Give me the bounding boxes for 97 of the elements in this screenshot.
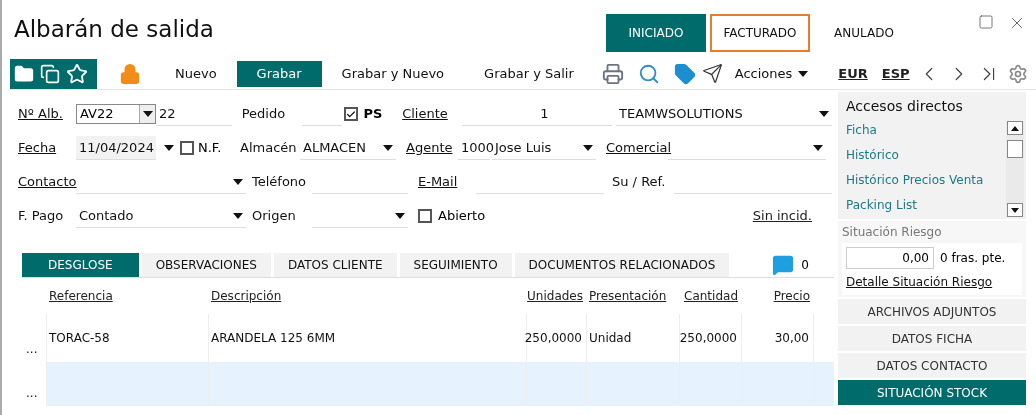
comment-count: 0 — [801, 257, 809, 274]
detail-tab[interactable]: DOCUMENTOS RELACIONADOS — [514, 253, 730, 277]
status-tab[interactable]: FACTURADO — [710, 14, 810, 52]
shortcut-link[interactable]: Histórico Precios Venta — [846, 167, 1006, 192]
checkbox[interactable] — [180, 141, 194, 155]
field-label: F. Pago — [18, 208, 64, 224]
column-header[interactable]: Precio — [773, 287, 810, 305]
comment-icon[interactable] — [772, 254, 795, 276]
settings-icon[interactable] — [1008, 63, 1028, 84]
dropdown-caret-icon[interactable] — [395, 212, 405, 219]
table-cell-text: 250,0000 — [679, 330, 737, 347]
column-header[interactable]: Unidades — [527, 287, 583, 305]
toolbar-button[interactable]: Grabar y Nuevo — [321, 60, 465, 87]
incidents-link[interactable]: Sin incid. — [752, 206, 812, 226]
table-row[interactable]: ... — [22, 362, 834, 406]
folder-icon[interactable] — [14, 63, 34, 84]
dropdown-caret-icon[interactable] — [142, 111, 153, 117]
window-title: Albarán de salida — [14, 14, 215, 44]
scrollbar[interactable] — [1006, 121, 1024, 217]
search-icon[interactable] — [637, 62, 660, 85]
dropdown-caret-icon[interactable] — [798, 70, 809, 77]
field-link[interactable]: Cliente — [402, 106, 448, 122]
checkbox-label: Abierto — [438, 207, 486, 226]
table-cell-text: Unidad — [589, 330, 632, 347]
column-header[interactable]: Descripción — [211, 287, 282, 305]
dropdown-caret-icon[interactable] — [383, 144, 393, 151]
dropdown-field[interactable]: Contado — [76, 204, 246, 228]
field-link[interactable]: Agente — [406, 140, 453, 156]
risk-detail-link[interactable]: Detalle Situación Riesgo — [846, 273, 1018, 291]
tag-icon[interactable] — [673, 62, 696, 85]
currency-link[interactable]: EUR — [838, 63, 868, 84]
dropdown-caret-icon[interactable] — [813, 144, 823, 151]
dropdown-field[interactable]: TEAMWSOLUTIONS — [616, 102, 832, 126]
scroll-thumb[interactable] — [1007, 140, 1023, 158]
copy-icon[interactable] — [40, 63, 60, 84]
input-field[interactable]: 11/04/2024 — [76, 136, 156, 160]
actions-menu-button[interactable]: Acciones — [734, 63, 809, 84]
checkbox[interactable] — [418, 209, 432, 223]
field-link[interactable]: Contacto — [18, 174, 77, 190]
field-label: Teléfono — [252, 174, 307, 190]
toolbar-button[interactable]: Nuevo — [155, 60, 237, 87]
dropdown-caret-icon[interactable] — [583, 144, 593, 151]
risk-amount-field[interactable]: 0,00 — [846, 247, 934, 269]
field-link[interactable]: Comercial — [606, 140, 672, 156]
input-field[interactable]: 1 — [462, 102, 613, 126]
row-menu-marker[interactable]: ... — [26, 340, 38, 358]
dropdown-field[interactable]: ALMACEN — [300, 136, 396, 160]
language-link[interactable]: ESP — [881, 63, 910, 84]
dropdown-caret-icon[interactable] — [819, 110, 829, 117]
table-cell-text: TORAC-58 — [49, 330, 110, 347]
scroll-up-icon[interactable] — [1011, 125, 1019, 131]
column-header[interactable]: Referencia — [49, 287, 113, 305]
panel-title: Accesos directos — [846, 97, 964, 116]
pending-invoices: 0 fras. pte. — [940, 250, 1006, 267]
check-icon — [345, 108, 356, 120]
status-tab[interactable]: INICIADO — [606, 14, 706, 52]
dropdown-field[interactable]: Jose Luis — [492, 136, 596, 160]
checkbox-label: PS — [363, 105, 384, 124]
series-dropdown[interactable]: AV22 — [76, 104, 156, 124]
column-header[interactable]: Cantidad — [684, 287, 738, 305]
row-menu-marker[interactable]: ... — [26, 384, 38, 402]
field-link[interactable]: Nº Alb. — [18, 106, 63, 122]
shortcut-link[interactable]: Histórico — [846, 142, 1006, 167]
dropdown-caret-icon[interactable] — [164, 145, 174, 151]
toolbar-button[interactable]: Grabar y Salir — [464, 60, 594, 87]
field-label: Su / Ref. — [612, 174, 666, 190]
shortcut-link[interactable]: Packing List — [846, 192, 1006, 217]
panel-button[interactable]: DATOS CONTACTO — [838, 353, 1026, 378]
scroll-down-icon[interactable] — [1011, 207, 1019, 213]
send-icon[interactable] — [701, 63, 723, 84]
table-cell-text: 250,0000 — [524, 330, 582, 347]
toolbar-button[interactable]: Grabar — [236, 60, 322, 87]
detail-tab[interactable]: SEGUIMIENTO — [399, 253, 512, 277]
checkbox-label: N.F. — [198, 139, 223, 158]
printer-icon[interactable] — [601, 62, 624, 85]
dropdown-caret-icon[interactable] — [233, 212, 243, 219]
field-label: Origen — [252, 208, 296, 224]
star-icon[interactable] — [66, 62, 88, 85]
panel-button[interactable]: ARCHIVOS ADJUNTOS — [838, 299, 1026, 324]
panel-button[interactable]: DATOS FICHA — [838, 326, 1026, 351]
detail-tab[interactable]: DATOS CLIENTE — [273, 253, 397, 277]
panel-button[interactable]: SITUACIÓN STOCK — [838, 380, 1026, 405]
panel-title: Situación Riesgo — [842, 224, 943, 241]
field-label: Almacén — [240, 140, 297, 156]
checkbox[interactable] — [343, 107, 358, 121]
field-label: Pedido — [241, 106, 286, 122]
shortcut-link[interactable]: Ficha — [846, 117, 1006, 142]
dropdown-caret-icon[interactable] — [233, 178, 243, 185]
detail-tab[interactable]: OBSERVACIONES — [141, 253, 271, 277]
field-link[interactable]: Fecha — [18, 140, 57, 156]
table-cell-text: 30,00 — [774, 330, 809, 347]
input-field[interactable]: 22 — [156, 102, 232, 126]
maximize-icon[interactable] — [978, 14, 994, 30]
field-link[interactable]: E-Mail — [418, 174, 458, 190]
detail-tab[interactable]: DESGLOSE — [22, 253, 139, 277]
table-cell-text: ARANDELA 125 6MM — [211, 330, 336, 347]
column-header[interactable]: Presentación — [589, 287, 667, 305]
